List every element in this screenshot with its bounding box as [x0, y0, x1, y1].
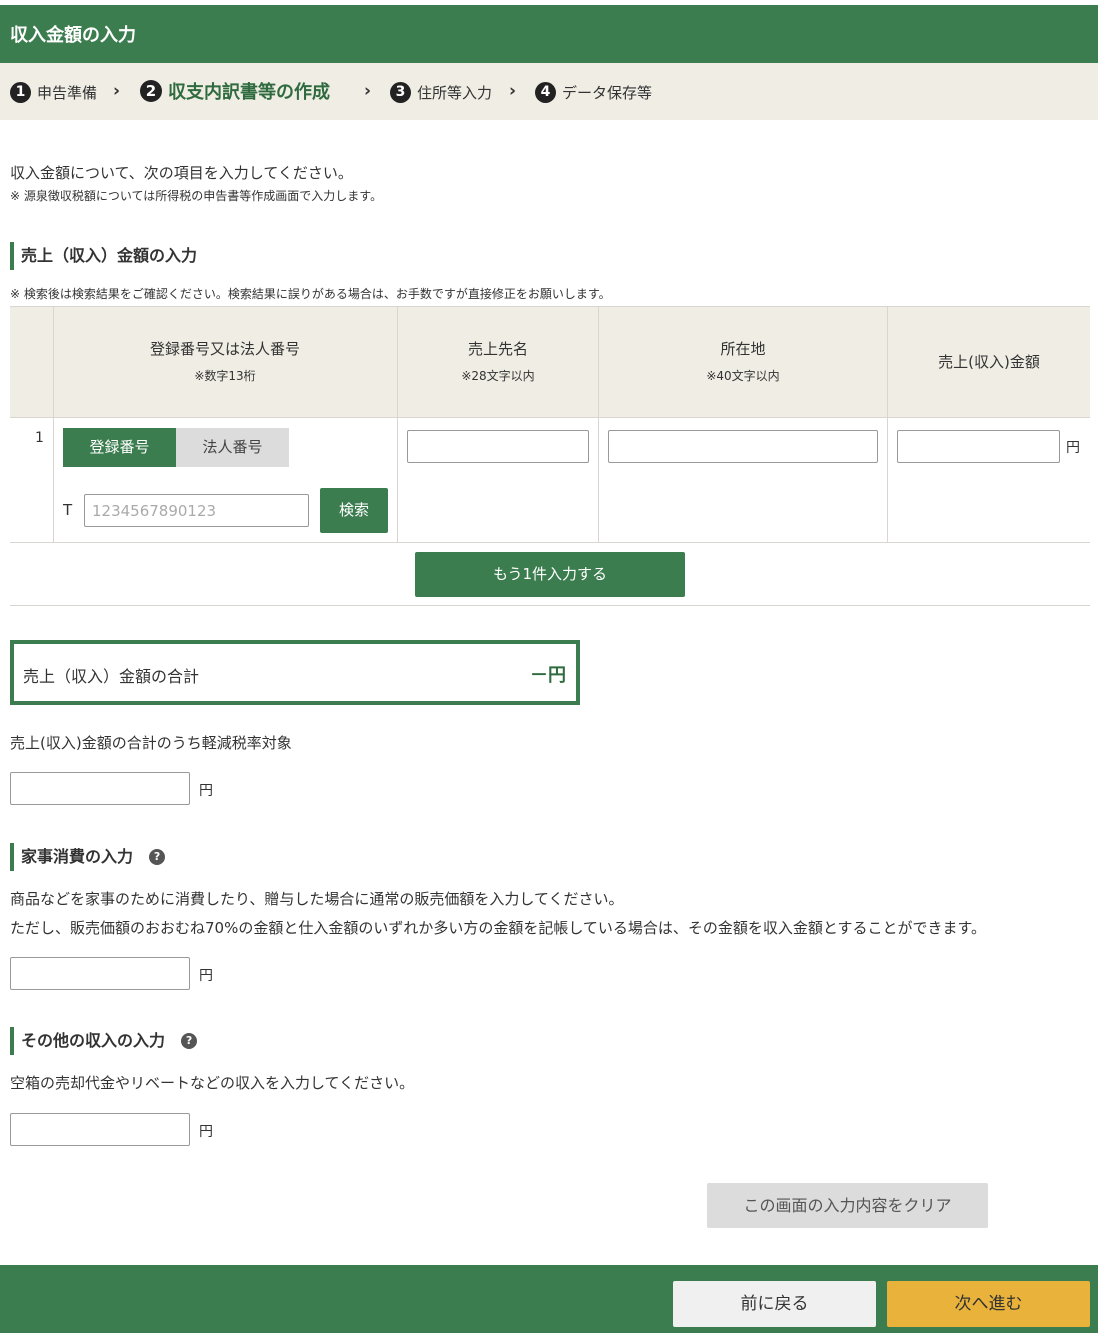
sales-total-box: 売上（収入）金額の合計 －円	[10, 640, 580, 705]
chevron-right-icon: ›	[364, 81, 372, 101]
household-section-title-text: 家事消費の入力	[21, 847, 134, 866]
step-number: 1	[10, 82, 31, 103]
step-1: 1 申告準備	[10, 82, 97, 103]
row-number: 1	[35, 430, 44, 446]
add-row-button[interactable]: もう1件入力する	[415, 552, 685, 597]
household-section-title: 家事消費の入力 ?	[10, 843, 166, 871]
sales-section-title: 売上（収入）金額の入力	[10, 242, 197, 270]
yen-unit: 円	[199, 1124, 213, 1140]
household-description-note: ただし、販売価額のおおむね70%の金額と仕入金額のいずれか多い方の金額を記帳して…	[10, 919, 986, 937]
yen-unit: 円	[199, 968, 213, 984]
table-divider	[10, 542, 1090, 543]
step-4: 4 データ保存等	[535, 82, 652, 103]
step-label: 住所等入力	[417, 84, 493, 102]
other-income-section-title: その他の収入の入力 ?	[10, 1027, 198, 1055]
step-label: 申告準備	[37, 84, 98, 102]
column-header-label: 所在地	[720, 340, 766, 358]
column-header-customer: 売上先名 ※28文字以内	[398, 338, 598, 384]
step-indicator: 1 申告準備 › 2 収支内訳書等の作成 › 3 住所等入力 › 4 データ保存…	[0, 63, 1098, 120]
step-number: 4	[535, 82, 556, 103]
intro-text: 収入金額について、次の項目を入力してください。	[10, 164, 353, 182]
registration-number-input[interactable]	[84, 494, 309, 527]
address-input[interactable]	[608, 430, 878, 463]
sales-total-label: 売上（収入）金額の合計	[23, 667, 200, 686]
column-header-label: 売上(収入)金額	[938, 353, 1040, 371]
column-header-number: 登録番号又は法人番号 ※数字13桁	[53, 338, 397, 384]
other-income-description: 空箱の売却代金やリベートなどの収入を入力してください。	[10, 1074, 415, 1092]
section-divider	[10, 605, 1090, 606]
other-income-input[interactable]	[10, 1113, 190, 1146]
yen-unit: 円	[1066, 440, 1080, 456]
table-divider	[10, 417, 1090, 418]
page-header: 収入金額の入力	[0, 5, 1098, 63]
column-header-sub: ※40文字以内	[706, 369, 780, 383]
clear-inputs-button[interactable]: この画面の入力内容をクリア	[707, 1183, 988, 1228]
sales-section-title-text: 売上（収入）金額の入力	[21, 246, 198, 265]
footer-bar: 前に戻る 次へ進む	[0, 1265, 1098, 1333]
other-income-section-title-text: その他の収入の入力	[21, 1031, 166, 1050]
chevron-right-icon: ›	[509, 81, 517, 101]
registration-prefix: T	[63, 501, 73, 519]
column-header-sub: ※数字13桁	[194, 369, 256, 383]
corporate-number-tab[interactable]: 法人番号	[176, 428, 289, 467]
household-input[interactable]	[10, 957, 190, 990]
help-icon[interactable]: ?	[181, 1033, 198, 1049]
search-button[interactable]: 検索	[320, 488, 388, 533]
sales-search-note: ※ 検索後は検索結果をご確認ください。検索結果に誤りがある場合は、お手数ですが直…	[10, 287, 611, 301]
sales-total-value: －円	[530, 665, 566, 686]
sales-amount-input[interactable]	[897, 430, 1060, 463]
column-header-amount: 売上(収入)金額	[888, 351, 1090, 372]
step-3: 3 住所等入力	[390, 82, 492, 103]
back-button[interactable]: 前に戻る	[673, 1281, 876, 1327]
chevron-right-icon: ›	[113, 81, 121, 101]
step-number: 3	[390, 82, 411, 103]
page-title: 収入金額の入力	[10, 25, 136, 46]
column-header-address: 所在地 ※40文字以内	[599, 338, 887, 384]
household-description: 商品などを家事のために消費したり、贈与した場合に通常の販売価額を入力してください…	[10, 890, 624, 908]
registration-number-tab[interactable]: 登録番号	[63, 428, 176, 467]
step-label: 収支内訳書等の作成	[168, 82, 330, 103]
yen-unit: 円	[199, 783, 213, 799]
help-icon[interactable]: ?	[149, 849, 166, 865]
next-button[interactable]: 次へ進む	[887, 1281, 1090, 1327]
column-header-label: 登録番号又は法人番号	[149, 340, 300, 358]
step-label: データ保存等	[562, 84, 653, 102]
column-header-label: 売上先名	[467, 340, 528, 358]
sales-table: 登録番号又は法人番号 ※数字13桁 売上先名 ※28文字以内 所在地 ※40文字…	[10, 306, 1090, 543]
number-type-toggle: 登録番号 法人番号	[63, 428, 289, 467]
step-number: 2	[140, 80, 162, 102]
table-divider	[887, 306, 888, 543]
step-2-current: 2 収支内訳書等の作成	[140, 78, 330, 104]
column-header-sub: ※28文字以内	[461, 369, 535, 383]
customer-name-input[interactable]	[407, 430, 589, 463]
reduced-rate-label: 売上(収入)金額の合計のうち軽減税率対象	[10, 734, 292, 752]
intro-note: ※ 源泉徴収税額については所得税の申告書等作成画面で入力します。	[10, 189, 383, 203]
reduced-rate-input[interactable]	[10, 772, 190, 805]
